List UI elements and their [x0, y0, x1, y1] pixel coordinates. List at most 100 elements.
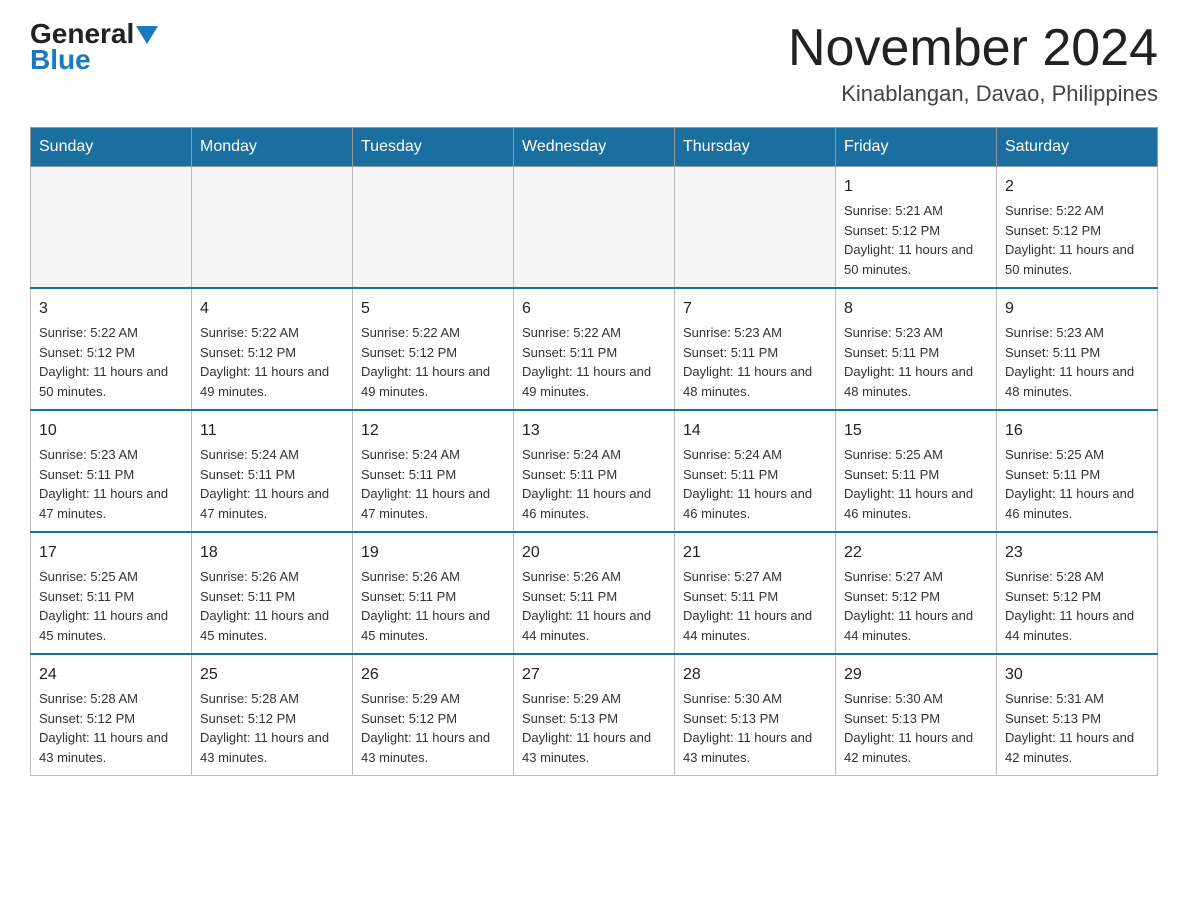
header-saturday: Saturday — [997, 128, 1158, 167]
day-info: Sunrise: 5:30 AM Sunset: 5:13 PM Dayligh… — [844, 691, 973, 765]
calendar-header-row: SundayMondayTuesdayWednesdayThursdayFrid… — [31, 128, 1158, 167]
day-number: 29 — [844, 663, 988, 687]
day-info: Sunrise: 5:23 AM Sunset: 5:11 PM Dayligh… — [683, 325, 812, 399]
calendar-cell: 9 Sunrise: 5:23 AM Sunset: 5:11 PM Daylig… — [997, 288, 1158, 410]
day-info: Sunrise: 5:23 AM Sunset: 5:11 PM Dayligh… — [844, 325, 973, 399]
day-info: Sunrise: 5:30 AM Sunset: 5:13 PM Dayligh… — [683, 691, 812, 765]
calendar-cell: 11 Sunrise: 5:24 AM Sunset: 5:11 PM Dayli… — [192, 410, 353, 532]
day-number: 3 — [39, 297, 183, 321]
day-number: 30 — [1005, 663, 1149, 687]
calendar-cell: 18 Sunrise: 5:26 AM Sunset: 5:11 PM Dayli… — [192, 532, 353, 654]
calendar-week-4: 17 Sunrise: 5:25 AM Sunset: 5:11 PM Dayli… — [31, 532, 1158, 654]
logo-triangle-icon — [136, 26, 158, 44]
logo-blue-text: Blue — [30, 44, 91, 76]
calendar-cell — [31, 167, 192, 289]
day-number: 21 — [683, 541, 827, 565]
calendar-cell — [192, 167, 353, 289]
day-number: 27 — [522, 663, 666, 687]
calendar-cell: 28 Sunrise: 5:30 AM Sunset: 5:13 PM Dayli… — [675, 654, 836, 776]
calendar-cell: 7 Sunrise: 5:23 AM Sunset: 5:11 PM Daylig… — [675, 288, 836, 410]
day-number: 25 — [200, 663, 344, 687]
day-info: Sunrise: 5:22 AM Sunset: 5:12 PM Dayligh… — [1005, 203, 1134, 277]
day-info: Sunrise: 5:24 AM Sunset: 5:11 PM Dayligh… — [683, 447, 812, 521]
header-monday: Monday — [192, 128, 353, 167]
day-number: 13 — [522, 419, 666, 443]
calendar-week-5: 24 Sunrise: 5:28 AM Sunset: 5:12 PM Dayli… — [31, 654, 1158, 776]
calendar-cell: 12Sunrise: 5:24 AM Sunset: 5:11 PM Dayli… — [353, 410, 514, 532]
day-info: Sunrise: 5:25 AM Sunset: 5:11 PM Dayligh… — [39, 569, 168, 643]
day-number: 10 — [39, 419, 183, 443]
header-friday: Friday — [836, 128, 997, 167]
day-number: 23 — [1005, 541, 1149, 565]
calendar-cell: 15 Sunrise: 5:25 AM Sunset: 5:11 PM Dayli… — [836, 410, 997, 532]
day-info: Sunrise: 5:22 AM Sunset: 5:12 PM Dayligh… — [361, 325, 490, 399]
calendar-cell: 21 Sunrise: 5:27 AM Sunset: 5:11 PM Dayli… — [675, 532, 836, 654]
day-info: Sunrise: 5:28 AM Sunset: 5:12 PM Dayligh… — [39, 691, 168, 765]
day-number: 9 — [1005, 297, 1149, 321]
calendar-cell — [353, 167, 514, 289]
calendar-cell — [675, 167, 836, 289]
calendar-cell: 10 Sunrise: 5:23 AM Sunset: 5:11 PM Dayli… — [31, 410, 192, 532]
location-subtitle: Kinablangan, Davao, Philippines — [788, 81, 1158, 107]
day-number: 8 — [844, 297, 988, 321]
day-info: Sunrise: 5:22 AM Sunset: 5:12 PM Dayligh… — [200, 325, 329, 399]
day-number: 28 — [683, 663, 827, 687]
day-info: Sunrise: 5:23 AM Sunset: 5:11 PM Dayligh… — [39, 447, 168, 521]
day-number: 20 — [522, 541, 666, 565]
header-sunday: Sunday — [31, 128, 192, 167]
day-info: Sunrise: 5:25 AM Sunset: 5:11 PM Dayligh… — [844, 447, 973, 521]
day-info: Sunrise: 5:26 AM Sunset: 5:11 PM Dayligh… — [200, 569, 329, 643]
day-info: Sunrise: 5:26 AM Sunset: 5:11 PM Dayligh… — [361, 569, 490, 643]
day-number: 11 — [200, 419, 344, 443]
calendar-cell: 26 Sunrise: 5:29 AM Sunset: 5:12 PM Dayli… — [353, 654, 514, 776]
day-info: Sunrise: 5:28 AM Sunset: 5:12 PM Dayligh… — [200, 691, 329, 765]
calendar-cell: 19 Sunrise: 5:26 AM Sunset: 5:11 PM Dayli… — [353, 532, 514, 654]
day-number: 24 — [39, 663, 183, 687]
calendar-cell: 30 Sunrise: 5:31 AM Sunset: 5:13 PM Dayli… — [997, 654, 1158, 776]
header-tuesday: Tuesday — [353, 128, 514, 167]
day-info: Sunrise: 5:25 AM Sunset: 5:11 PM Dayligh… — [1005, 447, 1134, 521]
calendar-cell: 24 Sunrise: 5:28 AM Sunset: 5:12 PM Dayli… — [31, 654, 192, 776]
calendar-cell: 8 Sunrise: 5:23 AM Sunset: 5:11 PM Daylig… — [836, 288, 997, 410]
calendar-cell: 23Sunrise: 5:28 AM Sunset: 5:12 PM Dayli… — [997, 532, 1158, 654]
calendar-cell: 16 Sunrise: 5:25 AM Sunset: 5:11 PM Dayli… — [997, 410, 1158, 532]
calendar-cell: 22 Sunrise: 5:27 AM Sunset: 5:12 PM Dayli… — [836, 532, 997, 654]
calendar-cell: 25 Sunrise: 5:28 AM Sunset: 5:12 PM Dayli… — [192, 654, 353, 776]
day-info: Sunrise: 5:26 AM Sunset: 5:11 PM Dayligh… — [522, 569, 651, 643]
calendar-cell: 1Sunrise: 5:21 AM Sunset: 5:12 PM Daylig… — [836, 167, 997, 289]
day-number: 15 — [844, 419, 988, 443]
day-info: Sunrise: 5:23 AM Sunset: 5:11 PM Dayligh… — [1005, 325, 1134, 399]
calendar-cell: 14Sunrise: 5:24 AM Sunset: 5:11 PM Dayli… — [675, 410, 836, 532]
day-number: 17 — [39, 541, 183, 565]
calendar-cell: 17 Sunrise: 5:25 AM Sunset: 5:11 PM Dayli… — [31, 532, 192, 654]
title-block: November 2024 Kinablangan, Davao, Philip… — [788, 20, 1158, 107]
day-info: Sunrise: 5:27 AM Sunset: 5:12 PM Dayligh… — [844, 569, 973, 643]
day-number: 26 — [361, 663, 505, 687]
header-thursday: Thursday — [675, 128, 836, 167]
calendar-cell: 3Sunrise: 5:22 AM Sunset: 5:12 PM Daylig… — [31, 288, 192, 410]
day-number: 19 — [361, 541, 505, 565]
header-wednesday: Wednesday — [514, 128, 675, 167]
day-info: Sunrise: 5:24 AM Sunset: 5:11 PM Dayligh… — [200, 447, 329, 521]
calendar-cell: 5Sunrise: 5:22 AM Sunset: 5:12 PM Daylig… — [353, 288, 514, 410]
day-info: Sunrise: 5:24 AM Sunset: 5:11 PM Dayligh… — [522, 447, 651, 521]
calendar-week-3: 10 Sunrise: 5:23 AM Sunset: 5:11 PM Dayli… — [31, 410, 1158, 532]
calendar-week-1: 1Sunrise: 5:21 AM Sunset: 5:12 PM Daylig… — [31, 167, 1158, 289]
day-info: Sunrise: 5:29 AM Sunset: 5:12 PM Dayligh… — [361, 691, 490, 765]
day-info: Sunrise: 5:27 AM Sunset: 5:11 PM Dayligh… — [683, 569, 812, 643]
calendar-cell: 13 Sunrise: 5:24 AM Sunset: 5:11 PM Dayli… — [514, 410, 675, 532]
day-info: Sunrise: 5:21 AM Sunset: 5:12 PM Dayligh… — [844, 203, 973, 277]
day-number: 7 — [683, 297, 827, 321]
month-year-title: November 2024 — [788, 20, 1158, 77]
day-number: 4 — [200, 297, 344, 321]
day-info: Sunrise: 5:31 AM Sunset: 5:13 PM Dayligh… — [1005, 691, 1134, 765]
day-number: 22 — [844, 541, 988, 565]
day-number: 12 — [361, 419, 505, 443]
calendar-table: SundayMondayTuesdayWednesdayThursdayFrid… — [30, 127, 1158, 776]
day-number: 18 — [200, 541, 344, 565]
calendar-cell: 2Sunrise: 5:22 AM Sunset: 5:12 PM Daylig… — [997, 167, 1158, 289]
day-number: 16 — [1005, 419, 1149, 443]
calendar-cell: 4 Sunrise: 5:22 AM Sunset: 5:12 PM Daylig… — [192, 288, 353, 410]
day-number: 6 — [522, 297, 666, 321]
calendar-cell — [514, 167, 675, 289]
